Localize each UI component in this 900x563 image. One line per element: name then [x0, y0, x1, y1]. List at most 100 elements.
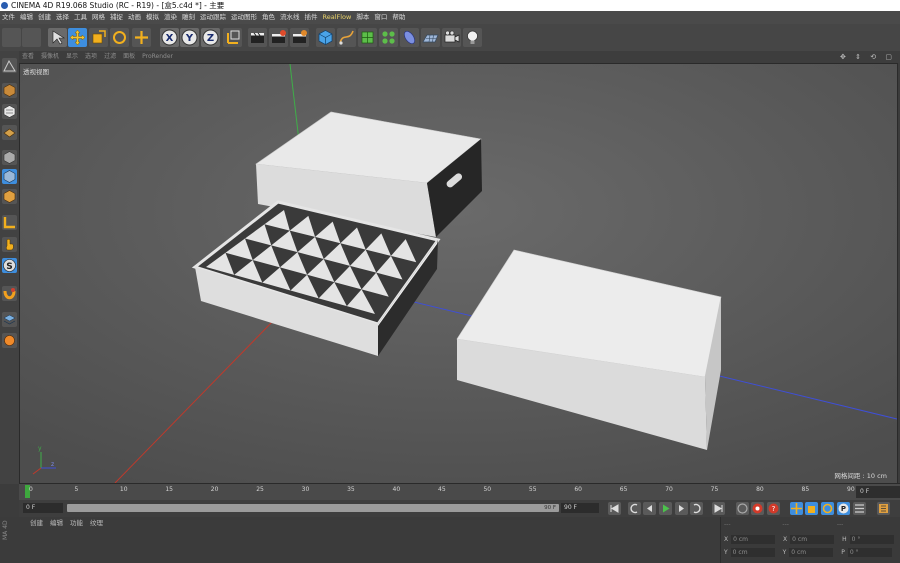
- prev-key-icon[interactable]: [628, 502, 641, 515]
- key-pla-icon[interactable]: [853, 502, 866, 515]
- key-scale-icon[interactable]: [805, 502, 818, 515]
- viewport-menu-display[interactable]: 显示: [66, 53, 78, 60]
- coordinate-system-icon[interactable]: [223, 28, 242, 47]
- key-rotation-icon[interactable]: [821, 502, 834, 515]
- redo-icon[interactable]: [22, 28, 41, 47]
- menu-motion-tracking[interactable]: 运动跟踪: [200, 13, 226, 21]
- key-parameter-icon[interactable]: P: [837, 502, 850, 515]
- position-x-field[interactable]: 0 cm: [731, 535, 776, 544]
- cube-icon[interactable]: [316, 28, 335, 47]
- menu-simulate[interactable]: 模拟: [146, 13, 159, 21]
- size-y-field[interactable]: 0 cm: [789, 548, 834, 557]
- rotate-icon[interactable]: [110, 28, 129, 47]
- menu-select[interactable]: 选择: [56, 13, 69, 21]
- undo-icon[interactable]: [2, 28, 21, 47]
- menu-realflow[interactable]: RealFlow: [323, 13, 352, 21]
- camera-icon[interactable]: [442, 28, 461, 47]
- axis-mode-icon[interactable]: [2, 189, 17, 204]
- pen-spline-icon[interactable]: [337, 28, 356, 47]
- frame-range-slider[interactable]: 90 F: [67, 504, 559, 512]
- subdivision-icon[interactable]: [358, 28, 377, 47]
- pan-icon[interactable]: ✥: [840, 53, 846, 61]
- menu-pipeline[interactable]: 流水线: [280, 13, 300, 21]
- play-icon[interactable]: [659, 502, 672, 515]
- menu-script[interactable]: 脚本: [356, 13, 369, 21]
- viewport-menu-filter[interactable]: 过滤: [104, 53, 116, 60]
- material-menu-create[interactable]: 创建: [30, 519, 43, 527]
- texture-mode-icon[interactable]: [2, 104, 17, 119]
- cloner-icon[interactable]: [379, 28, 398, 47]
- menu-snap[interactable]: 捕捉: [110, 13, 123, 21]
- scale-icon[interactable]: [89, 28, 108, 47]
- svg-text:?: ?: [772, 505, 776, 513]
- y-axis-icon[interactable]: Y: [180, 28, 199, 47]
- go-to-start-icon[interactable]: [608, 502, 621, 515]
- viewport-menu-cameras[interactable]: 摄像机: [41, 53, 59, 60]
- key-position-icon[interactable]: [790, 502, 803, 515]
- menu-animate[interactable]: 动画: [128, 13, 141, 21]
- menu-mesh[interactable]: 网格: [92, 13, 105, 21]
- material-menu-texture[interactable]: 纹理: [90, 519, 103, 527]
- viewport-menu-prorender[interactable]: ProRender: [142, 53, 173, 60]
- light-icon[interactable]: [463, 28, 482, 47]
- model-mode-icon[interactable]: [2, 83, 17, 98]
- viewport-menu-panel[interactable]: 面板: [123, 53, 135, 60]
- enable-axis-icon[interactable]: [2, 237, 17, 252]
- snap-icon[interactable]: [2, 215, 17, 230]
- add-icon[interactable]: [132, 28, 151, 47]
- size-x-field[interactable]: 0 cm: [790, 535, 835, 544]
- viewport-menu-options[interactable]: 选项: [85, 53, 97, 60]
- menu-tools[interactable]: 工具: [74, 13, 87, 21]
- live-select-icon[interactable]: [48, 28, 67, 47]
- render-picture-queue-icon[interactable]: [269, 28, 288, 47]
- magnet-icon[interactable]: [2, 286, 17, 301]
- rotation-h-field[interactable]: 0 °: [849, 535, 894, 544]
- dolly-icon[interactable]: ⇕: [855, 53, 861, 61]
- material-menu-edit[interactable]: 编辑: [50, 519, 63, 527]
- current-frame-field[interactable]: 0 F: [23, 503, 63, 513]
- menu-help[interactable]: 帮助: [392, 13, 405, 21]
- orbit-icon[interactable]: ⟲: [870, 53, 876, 61]
- menu-render[interactable]: 渲染: [164, 13, 177, 21]
- menu-file[interactable]: 文件: [2, 13, 15, 21]
- render-settings-icon[interactable]: [290, 28, 309, 47]
- workplane-icon[interactable]: [2, 333, 17, 348]
- layer-icon[interactable]: [2, 312, 17, 327]
- move-icon[interactable]: [68, 28, 87, 47]
- soft-select-icon[interactable]: S: [2, 258, 17, 273]
- record-active-icon[interactable]: [751, 502, 764, 515]
- menu-create[interactable]: 创建: [38, 13, 51, 21]
- menu-plugins[interactable]: 插件: [305, 13, 318, 21]
- max-frame-field[interactable]: 90 F: [561, 503, 599, 513]
- deformer-icon[interactable]: [400, 28, 419, 47]
- go-to-end-icon[interactable]: [712, 502, 725, 515]
- x-axis-icon[interactable]: X: [160, 28, 179, 47]
- points-mode-icon[interactable]: [2, 125, 17, 140]
- next-key-icon[interactable]: [690, 502, 703, 515]
- coord-label: H: [842, 536, 847, 543]
- menu-edit[interactable]: 编辑: [20, 13, 33, 21]
- timeline-ruler[interactable]: 0 5 10 15 20 25 30 35 40 45 50 55 60 65 70 75 80 85 90 0 F: [19, 483, 900, 501]
- maximize-viewport-icon[interactable]: ▢: [885, 53, 892, 61]
- menu-window[interactable]: 窗口: [374, 13, 387, 21]
- record-keys-icon[interactable]: [736, 502, 749, 515]
- timeline-current-field[interactable]: 0 F: [856, 486, 900, 498]
- position-y-field[interactable]: 0 cm: [730, 548, 775, 557]
- floor-icon[interactable]: [421, 28, 440, 47]
- rotation-p-field[interactable]: 0 °: [847, 548, 892, 557]
- prev-frame-icon[interactable]: [643, 502, 656, 515]
- menu-sculpt[interactable]: 雕刻: [182, 13, 195, 21]
- make-editable-icon[interactable]: [2, 58, 17, 73]
- viewport-menu-view[interactable]: 查看: [22, 53, 34, 60]
- material-menu-function[interactable]: 功能: [70, 519, 83, 527]
- timeline-window-icon[interactable]: [877, 502, 890, 515]
- next-frame-icon[interactable]: [675, 502, 688, 515]
- menu-mograph[interactable]: 运动图形: [231, 13, 257, 21]
- render-view-icon[interactable]: [248, 28, 267, 47]
- polygons-mode-icon[interactable]: [2, 169, 17, 184]
- edges-mode-icon[interactable]: [2, 150, 17, 165]
- menu-character[interactable]: 角色: [262, 13, 275, 21]
- autokey-icon[interactable]: ?: [767, 502, 780, 515]
- z-axis-icon[interactable]: Z: [201, 28, 220, 47]
- perspective-viewport[interactable]: y z 透视视图 网格间距 : 10 cm: [19, 63, 898, 484]
